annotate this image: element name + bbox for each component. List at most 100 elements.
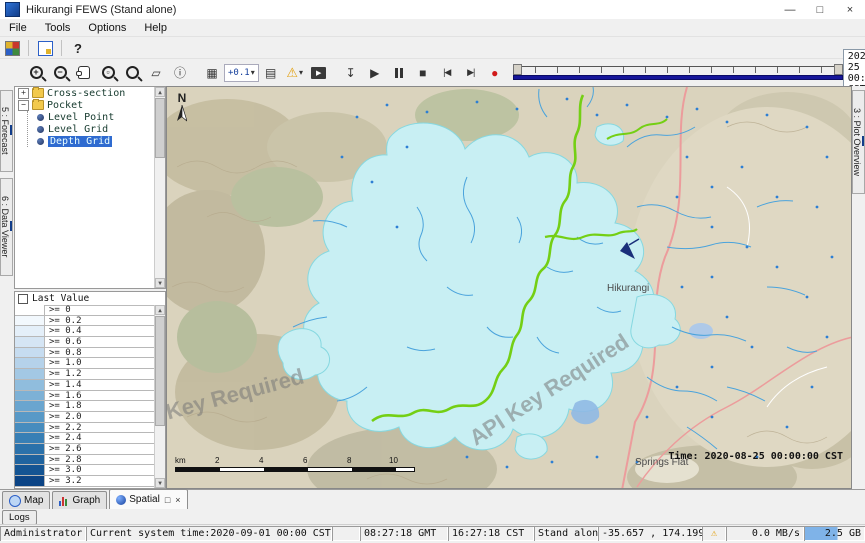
play-button[interactable]: ▶ (364, 62, 386, 84)
zoom-extent-icon (126, 66, 139, 79)
timestep-document-button[interactable]: ▤ (260, 62, 282, 84)
folder-icon (32, 100, 44, 110)
legend-color-swatch (15, 476, 45, 486)
step-forward-button[interactable]: ▶| (460, 62, 482, 84)
tree-item-depth-grid[interactable]: Depth Grid (28, 135, 165, 147)
step-back-button[interactable]: |◀ (436, 62, 458, 84)
legend-panel: Last Value >= 0 >= 0.2 >= 0.4 >= 0.6 >= … (14, 291, 166, 489)
minimize-button[interactable]: — (775, 0, 805, 19)
zoom-out-icon: − (54, 66, 67, 79)
grid-overlay-button[interactable]: ▦ (201, 62, 223, 84)
legend-row: >= 3.2 (15, 476, 155, 487)
layer-node-icon (37, 138, 44, 145)
status-gmt-time: 08:27:18 GMT (360, 526, 448, 541)
tab-float-button[interactable]: □ (165, 495, 170, 505)
bottom-tab-bar: Map Graph Spatial □ × (0, 489, 865, 509)
legend-header: Last Value (15, 292, 165, 306)
tree-item-label-selected: Depth Grid (48, 136, 112, 147)
scroll-up-arrow[interactable]: ▲ (155, 87, 165, 97)
maximize-button[interactable]: □ (805, 0, 835, 19)
status-coordinates: -35.657 , 174.199 (598, 526, 702, 541)
legend-row-label: >= 3.0 (45, 465, 82, 475)
tree-item-level-grid[interactable]: Level Grid (28, 123, 165, 135)
timeline-right-handle[interactable] (834, 64, 843, 75)
legend-row: >= 2.0 (15, 412, 155, 423)
menu-item-options[interactable]: Options (79, 22, 135, 34)
status-system-time: Current system time:2020-09-01 00:00 CST (86, 526, 332, 541)
sidebar-tab-forecast[interactable]: 5 : Forecast (0, 90, 13, 172)
legend-scrollbar[interactable]: ▲ ▼ (154, 305, 165, 488)
tree-item-level-point[interactable]: Level Point (28, 111, 165, 123)
scroll-down-arrow[interactable]: ▼ (155, 278, 165, 288)
menu-item-tools[interactable]: Tools (36, 22, 80, 34)
help-button[interactable]: ? (67, 37, 89, 59)
tree-item-label: Pocket (47, 100, 83, 111)
close-button[interactable]: × (835, 0, 865, 19)
menu-item-help[interactable]: Help (135, 22, 176, 34)
record-button[interactable]: ● (484, 62, 506, 84)
timeline-slider[interactable] (513, 64, 843, 82)
stop-button[interactable]: ■ (412, 62, 434, 84)
menu-item-file[interactable]: File (0, 22, 36, 34)
tree-item-pocket[interactable]: − Pocket (15, 99, 165, 111)
sidebar-tab-plot-overview[interactable]: 3 : Plot Overview (852, 90, 865, 194)
sidebar-tab-data-viewer[interactable]: 6 : Data Viewer (0, 178, 13, 276)
interval-selector[interactable]: +0.1 ▾ (224, 64, 259, 82)
window-title: Hikurangi FEWS (Stand alone) (26, 4, 176, 16)
tab-map-label: Map (24, 495, 43, 506)
expand-toggle-icon[interactable]: + (18, 88, 29, 99)
warning-threshold-button[interactable]: ⚠ ▾ (284, 62, 306, 84)
legend-row: >= 0.8 (15, 348, 155, 359)
legend-row: >= 1.2 (15, 369, 155, 380)
tree-scrollbar[interactable]: ▲ ▼ (154, 87, 165, 288)
tab-graph[interactable]: Graph (52, 491, 107, 509)
legend-row-label: >= 1.8 (45, 401, 82, 411)
last-value-checkbox[interactable] (18, 294, 28, 304)
legend-title: Last Value (32, 293, 89, 304)
legend-row: >= 2.8 (15, 455, 155, 466)
play-icon: ▶ (370, 67, 379, 79)
scroll-thumb[interactable] (155, 98, 165, 158)
collapse-toggle-icon[interactable]: − (18, 100, 29, 111)
legend-color-swatch (15, 358, 45, 368)
info-button[interactable]: ⓘ (169, 62, 191, 84)
legend-row: >= 2.4 (15, 433, 155, 444)
tab-spatial[interactable]: Spatial □ × (109, 489, 187, 509)
animation-button[interactable]: ▶ (308, 62, 330, 84)
scroll-up-arrow[interactable]: ▲ (155, 305, 165, 315)
zoom-rectangle-button[interactable]: ▫ (97, 62, 119, 84)
grid-display-button[interactable] (34, 37, 56, 59)
logs-button[interactable]: Logs (2, 510, 37, 525)
scale-tick: 4 (259, 456, 263, 465)
scroll-thumb[interactable] (155, 316, 165, 426)
pan-button[interactable] (73, 62, 95, 84)
tab-graph-label: Graph (72, 495, 100, 506)
legend-row-label: >= 0.2 (45, 316, 82, 326)
legend-row: >= 2.6 (15, 444, 155, 455)
tab-map[interactable]: Map (2, 491, 50, 509)
pause-button[interactable] (388, 62, 410, 84)
map-view[interactable]: API Key Required API Key Required N Hiku… (166, 86, 852, 489)
set-current-time-button[interactable]: ↧ (340, 62, 362, 84)
zoom-out-button[interactable]: − (49, 62, 71, 84)
legend-row-label: >= 0.4 (45, 326, 82, 336)
legend-row-label: >= 0.8 (45, 348, 82, 358)
legend-row: >= 3.0 (15, 465, 155, 476)
tree-item-cross-section[interactable]: + Cross-section (15, 87, 165, 99)
status-spacer (332, 526, 360, 541)
zoom-in-button[interactable]: + (25, 62, 47, 84)
animation-icon: ▶ (311, 67, 326, 79)
layers-button[interactable]: ▱ (145, 62, 167, 84)
legend-row-label: >= 0.6 (45, 337, 82, 347)
stop-icon: ■ (419, 67, 426, 79)
tab-close-button[interactable]: × (175, 495, 180, 505)
scroll-down-arrow[interactable]: ▼ (155, 478, 165, 488)
timeline-left-handle[interactable] (513, 64, 522, 75)
pan-hand-icon (78, 66, 90, 79)
pause-icon (395, 68, 403, 78)
status-warning-icon[interactable]: ⚠ (702, 526, 726, 541)
zoom-extent-button[interactable] (121, 62, 143, 84)
legend-row: >= 0 (15, 305, 155, 316)
database-display-button[interactable] (1, 37, 23, 59)
logs-row: Logs (0, 509, 865, 524)
